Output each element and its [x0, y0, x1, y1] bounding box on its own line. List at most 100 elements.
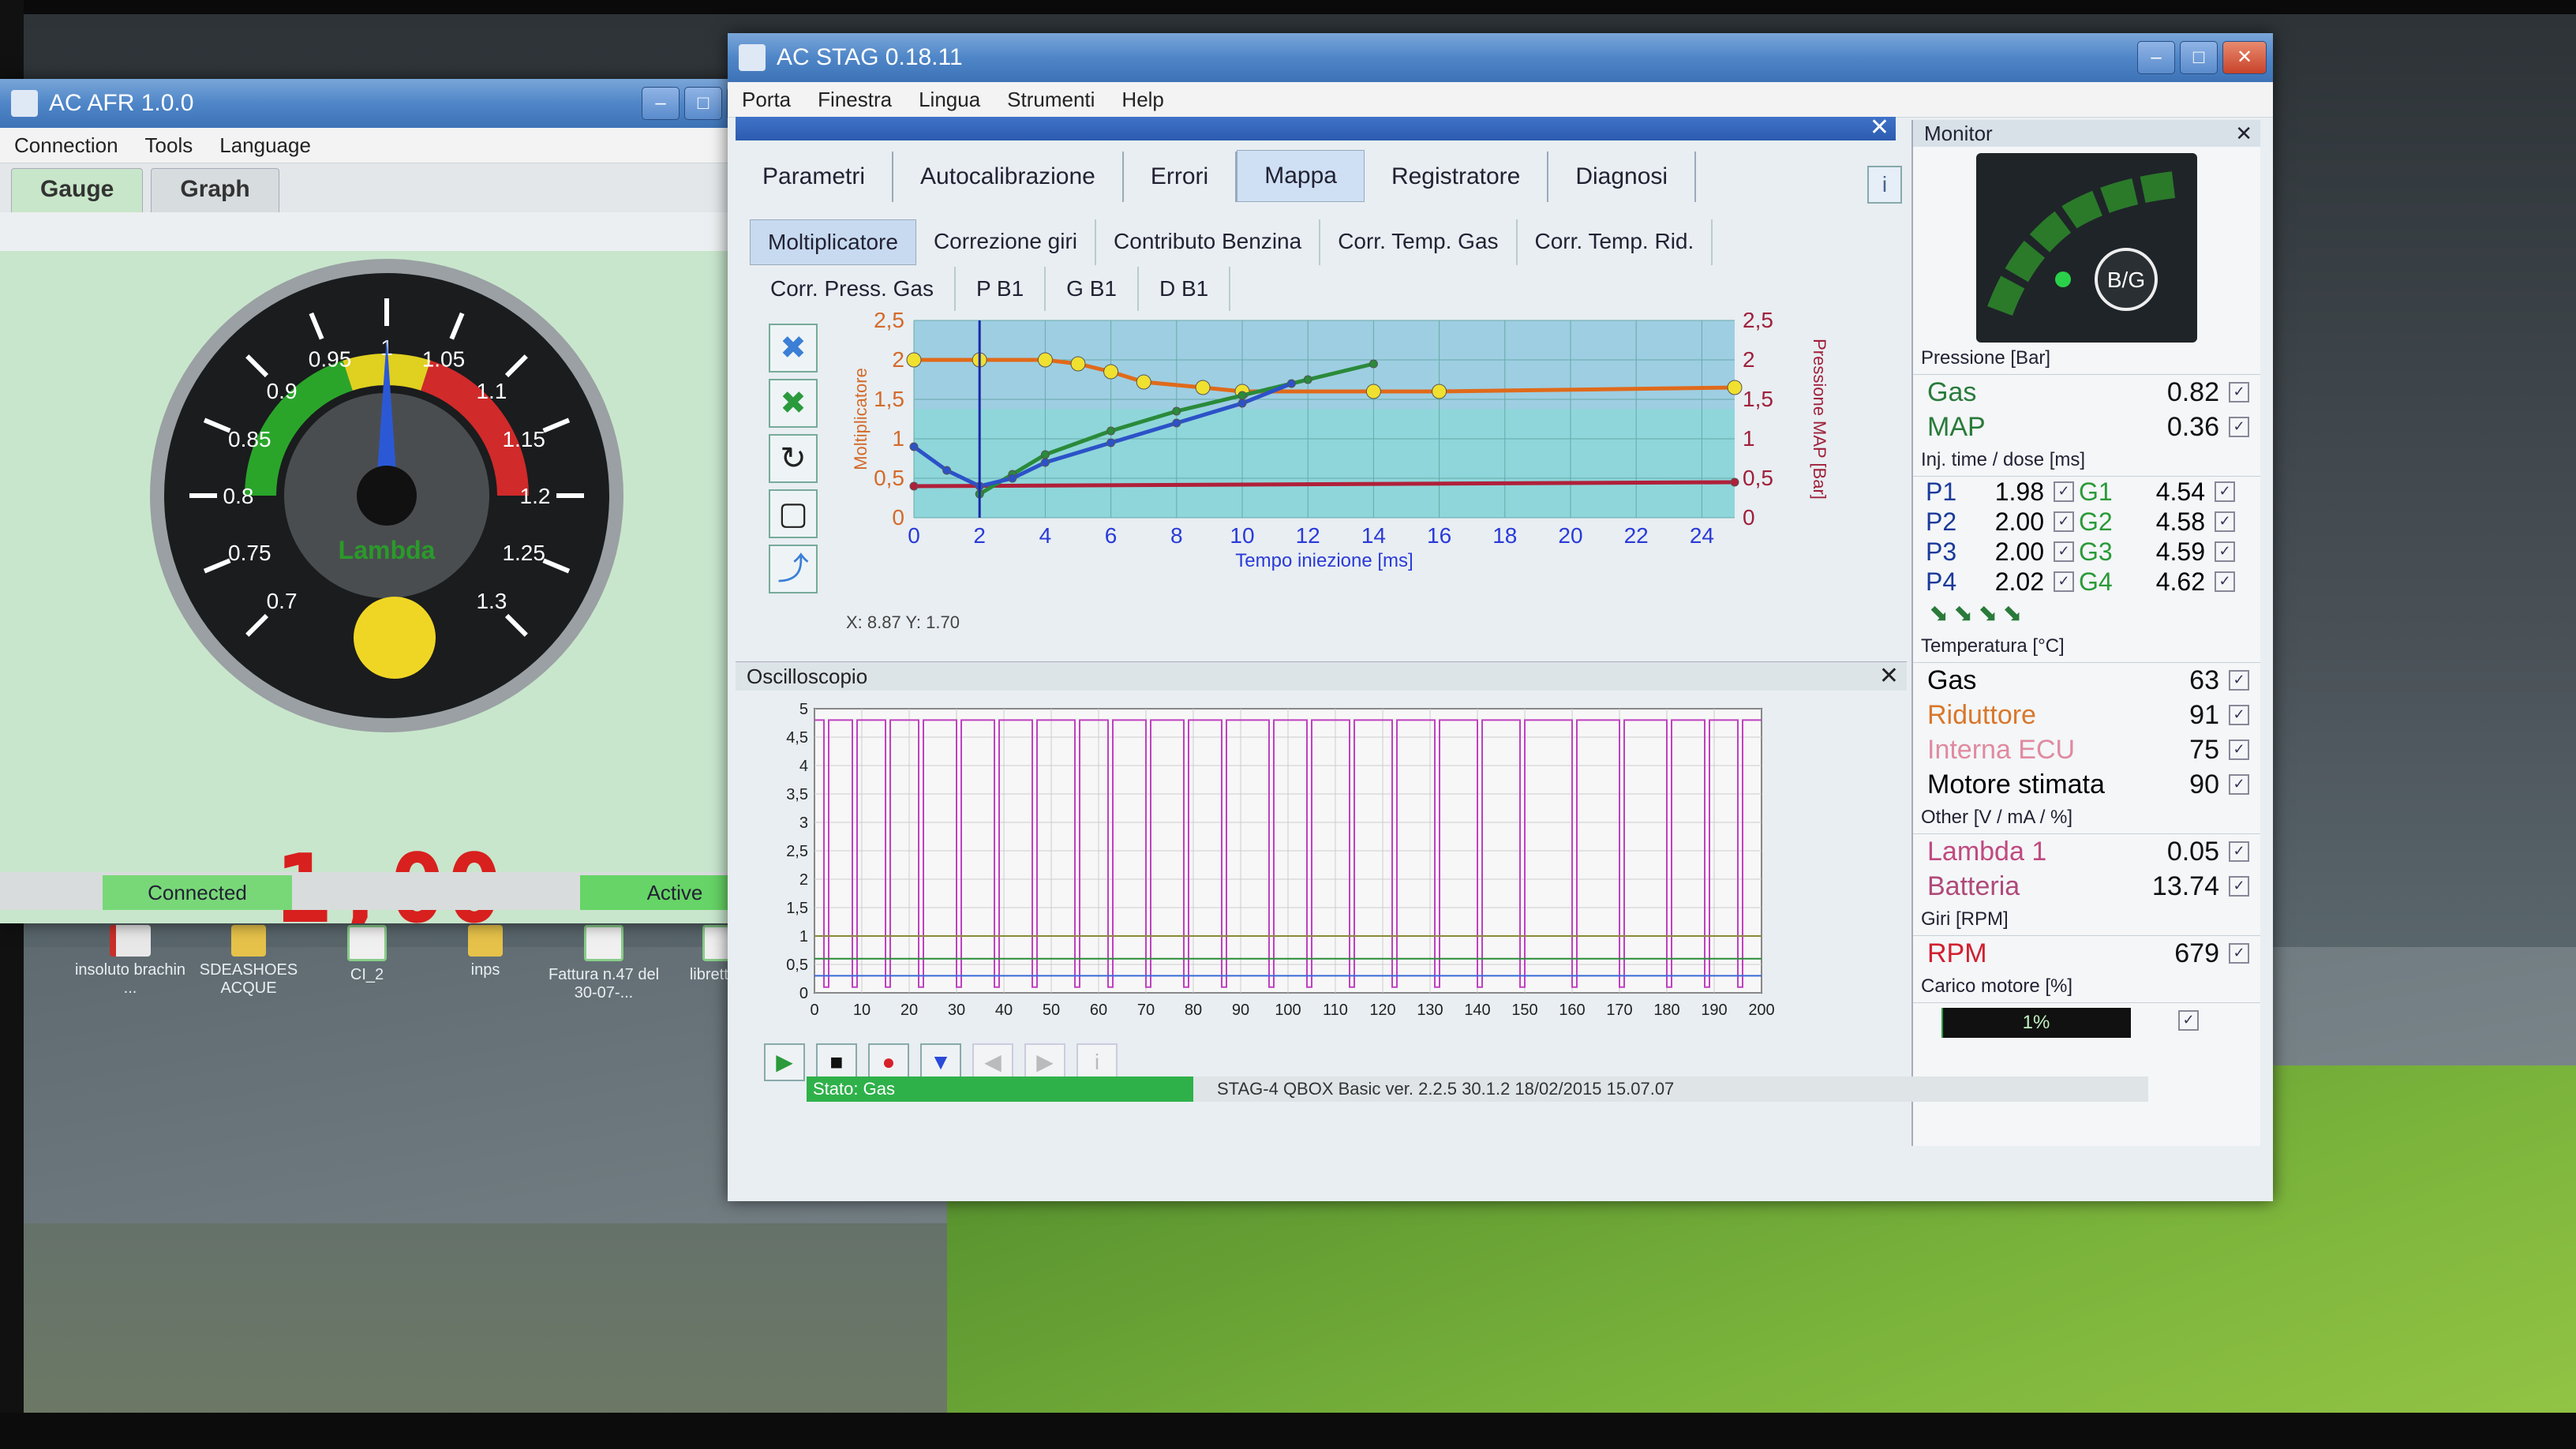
- checkbox[interactable]: ✓: [2229, 417, 2249, 437]
- tab-mappa[interactable]: Mappa: [1237, 150, 1365, 202]
- osc-x-tick-label: 100: [1275, 1002, 1301, 1019]
- chart-x-tick-label: 10: [1230, 523, 1254, 548]
- chart-y-tick-label: 1,5: [874, 387, 904, 411]
- subtab-corr-temp-gas[interactable]: Corr. Temp. Gas: [1320, 219, 1518, 265]
- tab-parametri[interactable]: Parametri: [736, 152, 894, 202]
- tab-gauge[interactable]: Gauge: [11, 168, 144, 212]
- checkbox[interactable]: ✓: [2229, 705, 2249, 725]
- tab-registratore[interactable]: Registratore: [1365, 152, 1549, 202]
- desktop-icon-pdf[interactable]: insoluto brachin ...: [71, 925, 189, 998]
- label-g1: G1: [2079, 477, 2113, 506]
- menu-help[interactable]: Help: [1121, 82, 1163, 117]
- tab-autocalibrazione[interactable]: Autocalibrazione: [893, 152, 1124, 202]
- chart-point: [1040, 458, 1050, 467]
- select-icon[interactable]: ▢: [769, 489, 818, 538]
- menu-tools[interactable]: Tools: [145, 128, 193, 163]
- subtab-g-b1[interactable]: G B1: [1046, 267, 1139, 311]
- status-device-info: STAG-4 QBOX Basic ver. 2.2.5 30.1.2 18/0…: [1217, 1079, 1675, 1099]
- checkbox[interactable]: ✓: [2178, 1010, 2199, 1031]
- oscilloscope-header: Oscilloscopio ✕: [736, 661, 1907, 691]
- checkbox[interactable]: ✓: [2215, 511, 2235, 532]
- close-button[interactable]: ✕: [2222, 41, 2267, 74]
- chart-x-tick-label: 20: [1558, 523, 1582, 548]
- monitor-header: Monitor ✕: [1913, 120, 2260, 147]
- subtab-corr-temp-rid[interactable]: Corr. Temp. Rid.: [1518, 219, 1713, 265]
- row-map-pressure: MAP 0.36 ✓: [1913, 410, 2260, 444]
- window-title: AC AFR 1.0.0: [49, 90, 194, 116]
- afr-titlebar[interactable]: AC AFR 1.0.0 – □ ✕: [0, 79, 777, 128]
- checkbox[interactable]: ✓: [2054, 511, 2074, 532]
- close-icon[interactable]: ✕: [1879, 662, 1899, 691]
- checkbox[interactable]: ✓: [2229, 943, 2249, 964]
- curve-icon[interactable]: ⤴: [769, 545, 818, 593]
- info-icon[interactable]: i: [1076, 1043, 1118, 1081]
- checkbox[interactable]: ✓: [2229, 670, 2249, 691]
- osc-x-tick-label: 50: [1043, 1002, 1060, 1019]
- checkbox[interactable]: ✓: [2229, 876, 2249, 897]
- checkbox[interactable]: ✓: [2229, 774, 2249, 795]
- pdf-file-icon: [110, 925, 151, 957]
- checkbox[interactable]: ✓: [2054, 541, 2074, 562]
- play-icon[interactable]: ▶: [764, 1043, 805, 1081]
- subtab-correzione-giri[interactable]: Correzione giri: [916, 219, 1097, 265]
- menu-finestra[interactable]: Finestra: [818, 82, 892, 117]
- checkbox[interactable]: ✓: [2229, 382, 2249, 402]
- desktop-icon-folder[interactable]: SDEASHOES ACQUE: [189, 925, 308, 998]
- refresh-icon[interactable]: ↻: [769, 434, 818, 483]
- desktop-icon-doc[interactable]: CI_2: [308, 925, 426, 984]
- menu-connection[interactable]: Connection: [14, 128, 118, 163]
- subtab-d-b1[interactable]: D B1: [1139, 267, 1231, 311]
- checkbox[interactable]: ✓: [2215, 571, 2235, 592]
- osc-y-tick-label: 4: [799, 758, 808, 775]
- stag-titlebar[interactable]: AC STAG 0.18.11 – □ ✕: [728, 33, 2273, 82]
- tab-diagnosi[interactable]: Diagnosi: [1548, 152, 1697, 202]
- close-icon[interactable]: ✕: [2235, 120, 2252, 147]
- gauge-tick-label: 0.95: [309, 346, 352, 371]
- chart-y-tick-label: 0: [892, 505, 904, 530]
- minimize-button[interactable]: –: [642, 87, 680, 120]
- record-icon[interactable]: ●: [868, 1043, 909, 1081]
- subtab-contributo-benzina[interactable]: Contributo Benzina: [1096, 219, 1321, 265]
- row-injector-4: P4 2.02 ✓ G4 4.62 ✓: [1913, 567, 2260, 597]
- subtab-p-b1[interactable]: P B1: [956, 267, 1046, 311]
- gauge-hub: [357, 466, 417, 526]
- section-injection: Inj. time / dose [ms]: [1913, 444, 2260, 477]
- info-button[interactable]: i: [1867, 166, 1902, 204]
- prev-icon[interactable]: ◀: [972, 1043, 1013, 1081]
- panel-header-bar: ✕: [736, 114, 1896, 141]
- minimize-button[interactable]: –: [2137, 41, 2175, 74]
- menu-porta[interactable]: Porta: [742, 82, 791, 117]
- tab-graph[interactable]: Graph: [151, 168, 279, 212]
- menu-lingua[interactable]: Lingua: [919, 82, 980, 117]
- subtab-moltiplicatore[interactable]: Moltiplicatore: [750, 219, 916, 265]
- value-gas: 0.82: [2166, 376, 2219, 407]
- stop-icon[interactable]: ■: [816, 1043, 857, 1081]
- tab-errori[interactable]: Errori: [1124, 152, 1237, 202]
- osc-x-tick-label: 0: [810, 1002, 818, 1019]
- close-icon[interactable]: ✕: [1870, 114, 1889, 141]
- menu-strumenti[interactable]: Strumenti: [1007, 82, 1095, 117]
- osc-y-tick-label: 2: [799, 871, 808, 889]
- row-lambda: Lambda 1 0.05 ✓: [1913, 834, 2260, 869]
- checkbox[interactable]: ✓: [2229, 739, 2249, 760]
- chart-y2-tick-label: 1: [1743, 426, 1755, 451]
- osc-x-tick-label: 130: [1417, 1002, 1443, 1019]
- checkbox[interactable]: ✓: [2229, 841, 2249, 862]
- checkbox[interactable]: ✓: [2215, 541, 2235, 562]
- checkbox[interactable]: ✓: [2054, 571, 2074, 592]
- desktop-icon-doc[interactable]: Fattura n.47 del 30-07-...: [545, 925, 663, 1002]
- desktop-icon-folder[interactable]: inps: [426, 925, 545, 979]
- maximize-button[interactable]: □: [684, 87, 722, 120]
- dropdown-icon[interactable]: ▼: [920, 1043, 961, 1081]
- multiplier-chart[interactable]: 0 2 4 6 8 10 12 14 16 18 20 22 240 00,5 0,51 11,5 1,52 22…: [835, 313, 1837, 628]
- apply-x-icon[interactable]: ✖: [769, 379, 818, 428]
- chart-x-tick-label: 0: [908, 523, 920, 548]
- section-other: Other [V / mA / %]: [1913, 802, 2260, 834]
- clear-x-icon[interactable]: ✖: [769, 324, 818, 373]
- checkbox[interactable]: ✓: [2215, 481, 2235, 502]
- subtab-corr-press-gas[interactable]: Corr. Press. Gas: [750, 267, 956, 311]
- maximize-button[interactable]: □: [2180, 41, 2218, 74]
- menu-language[interactable]: Language: [219, 128, 311, 163]
- checkbox[interactable]: ✓: [2054, 481, 2074, 502]
- next-icon[interactable]: ▶: [1024, 1043, 1065, 1081]
